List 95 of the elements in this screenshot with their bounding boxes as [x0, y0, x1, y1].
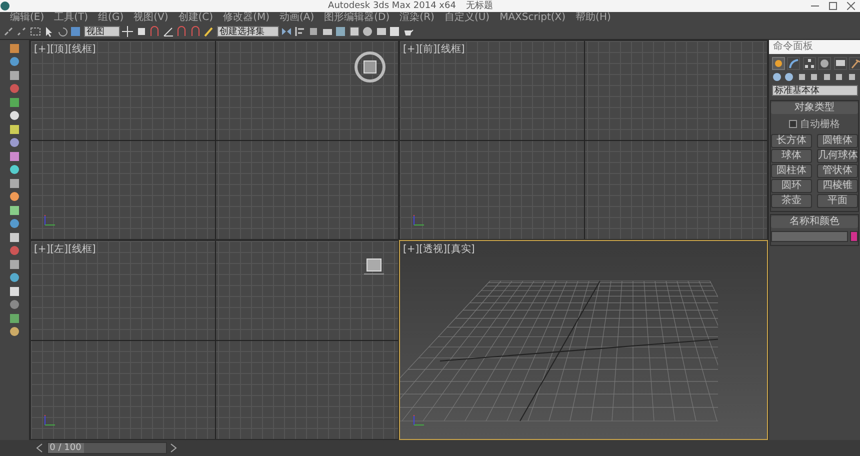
rollout-title[interactable]: 名称和颜色 — [771, 216, 858, 228]
maximize-icon[interactable] — [828, 2, 837, 10]
viewport[interactable]: [+][透视][真实] — [399, 240, 768, 440]
menu-item[interactable]: 创建(C) — [178, 12, 214, 24]
menu-item[interactable]: 组(G) — [98, 12, 124, 24]
menu-item[interactable]: MAXScript(X) — [500, 12, 566, 24]
axis-icon — [43, 413, 57, 427]
primitive-button[interactable]: 球体 — [771, 149, 812, 163]
viewport-label[interactable]: [+][前][线框] — [403, 42, 465, 57]
circle-icon[interactable] — [9, 272, 20, 283]
viewcube-icon[interactable] — [354, 51, 386, 83]
square-icon[interactable] — [9, 178, 20, 188]
viewport-label[interactable]: [+][透视][真实] — [403, 242, 475, 257]
axis-icon — [43, 213, 57, 227]
primitive-button[interactable]: 长方体 — [771, 134, 812, 148]
primitive-button[interactable]: 几何球体 — [817, 149, 858, 163]
menu-item[interactable]: 渲染(R) — [400, 12, 434, 24]
time-slider-thumb[interactable]: 0 / 100 — [48, 443, 84, 453]
monitor-icon — [834, 58, 846, 68]
selection-set-dropdown[interactable]: 创建选择集 — [216, 26, 278, 37]
primitive-button[interactable]: 四棱锥 — [817, 179, 858, 193]
color-swatch[interactable] — [850, 230, 858, 242]
sun-icon — [772, 58, 784, 68]
menu-item[interactable]: 视图(V) — [134, 12, 168, 24]
panel-tab[interactable] — [787, 56, 800, 70]
sphere-icon[interactable] — [772, 72, 782, 82]
menu-item[interactable]: 编辑(E) — [10, 12, 44, 24]
align-icon[interactable] — [294, 26, 306, 37]
rollout-title[interactable]: 对象类型 — [771, 102, 858, 114]
square-icon[interactable] — [9, 96, 20, 108]
axis-icon — [412, 213, 426, 227]
square-icon[interactable] — [9, 286, 20, 296]
viewport-label[interactable]: [+][顶][线框] — [34, 42, 96, 57]
disc-icon — [819, 58, 830, 68]
square-icon[interactable] — [136, 26, 146, 37]
cursor-icon[interactable] — [43, 26, 54, 37]
category-dropdown[interactable]: 标准基本体 — [772, 84, 858, 96]
menu-item[interactable]: 动画(A) — [280, 12, 314, 24]
menu-item[interactable]: 图形编辑器(D) — [324, 12, 390, 24]
angle-snap-icon[interactable] — [162, 26, 174, 37]
circle-icon[interactable] — [9, 137, 20, 148]
window-title: Autodesk 3ds Max 2014 x64 — [328, 0, 456, 12]
panel-tab[interactable] — [834, 56, 846, 70]
circle-icon[interactable] — [9, 164, 20, 175]
square-icon[interactable] — [9, 312, 20, 324]
primitive-button[interactable]: 管状体 — [817, 164, 858, 178]
hammer-icon — [850, 58, 860, 68]
document-title: 无标题 — [466, 0, 493, 12]
mirror-icon[interactable] — [281, 26, 292, 37]
close-icon[interactable] — [846, 2, 855, 10]
square-icon[interactable] — [9, 124, 20, 134]
menu-item[interactable]: 自定义(U) — [444, 12, 490, 24]
autogrid-checkbox[interactable] — [789, 120, 798, 128]
view-dropdown[interactable]: 视图 — [84, 26, 120, 37]
move-icon[interactable] — [122, 26, 133, 37]
primitive-button[interactable]: 平面 — [817, 194, 858, 208]
square-icon[interactable] — [9, 150, 20, 162]
panel-tab[interactable] — [802, 56, 816, 70]
circle-icon[interactable] — [9, 110, 20, 121]
circle-icon[interactable] — [9, 191, 20, 202]
viewport[interactable]: [+][顶][线框] — [30, 40, 399, 240]
primitive-button[interactable]: 圆柱体 — [771, 164, 812, 178]
square-icon[interactable] — [9, 258, 20, 270]
square-icon[interactable] — [9, 204, 20, 216]
primitive-button[interactable]: 圆环 — [771, 179, 812, 193]
hierarchy-icon — [804, 58, 814, 68]
viewport[interactable]: [+][前][线框] — [399, 40, 768, 240]
circle-icon[interactable] — [9, 218, 20, 229]
cube-icon[interactable] — [364, 257, 384, 275]
menu-item[interactable]: 帮助(H) — [576, 12, 611, 24]
primitive-button[interactable]: 圆锥体 — [817, 134, 858, 148]
app-logo-icon[interactable] — [0, 1, 10, 11]
viewport-label[interactable]: [+][左][线框] — [34, 242, 96, 257]
pencil-icon[interactable] — [203, 26, 214, 37]
panel-tab[interactable] — [818, 56, 831, 70]
square-icon[interactable] — [9, 70, 20, 80]
square-icon[interactable] — [9, 42, 20, 54]
menu-item[interactable]: 修改器(M) — [223, 12, 270, 24]
checkbox-label: 自动栅格 — [800, 118, 840, 132]
panel-tab[interactable] — [849, 56, 860, 70]
circle-icon[interactable] — [9, 326, 20, 337]
viewport[interactable]: [+][左][线框] — [30, 240, 399, 440]
next-icon[interactable] — [169, 443, 177, 453]
curve-icon — [788, 58, 799, 68]
panel-tab[interactable] — [772, 56, 784, 70]
primitive-button[interactable]: 茶壶 — [771, 194, 812, 208]
menu-item[interactable]: 工具(T) — [54, 12, 88, 24]
axis-icon — [412, 413, 426, 427]
name-field[interactable] — [771, 230, 848, 242]
circle-icon[interactable] — [9, 56, 20, 67]
panel-title: 命令面板 — [769, 40, 860, 54]
selection-icon[interactable] — [30, 26, 40, 37]
square-icon[interactable] — [9, 232, 20, 242]
previous-icon[interactable] — [36, 443, 44, 453]
rotate-icon[interactable] — [56, 26, 68, 37]
